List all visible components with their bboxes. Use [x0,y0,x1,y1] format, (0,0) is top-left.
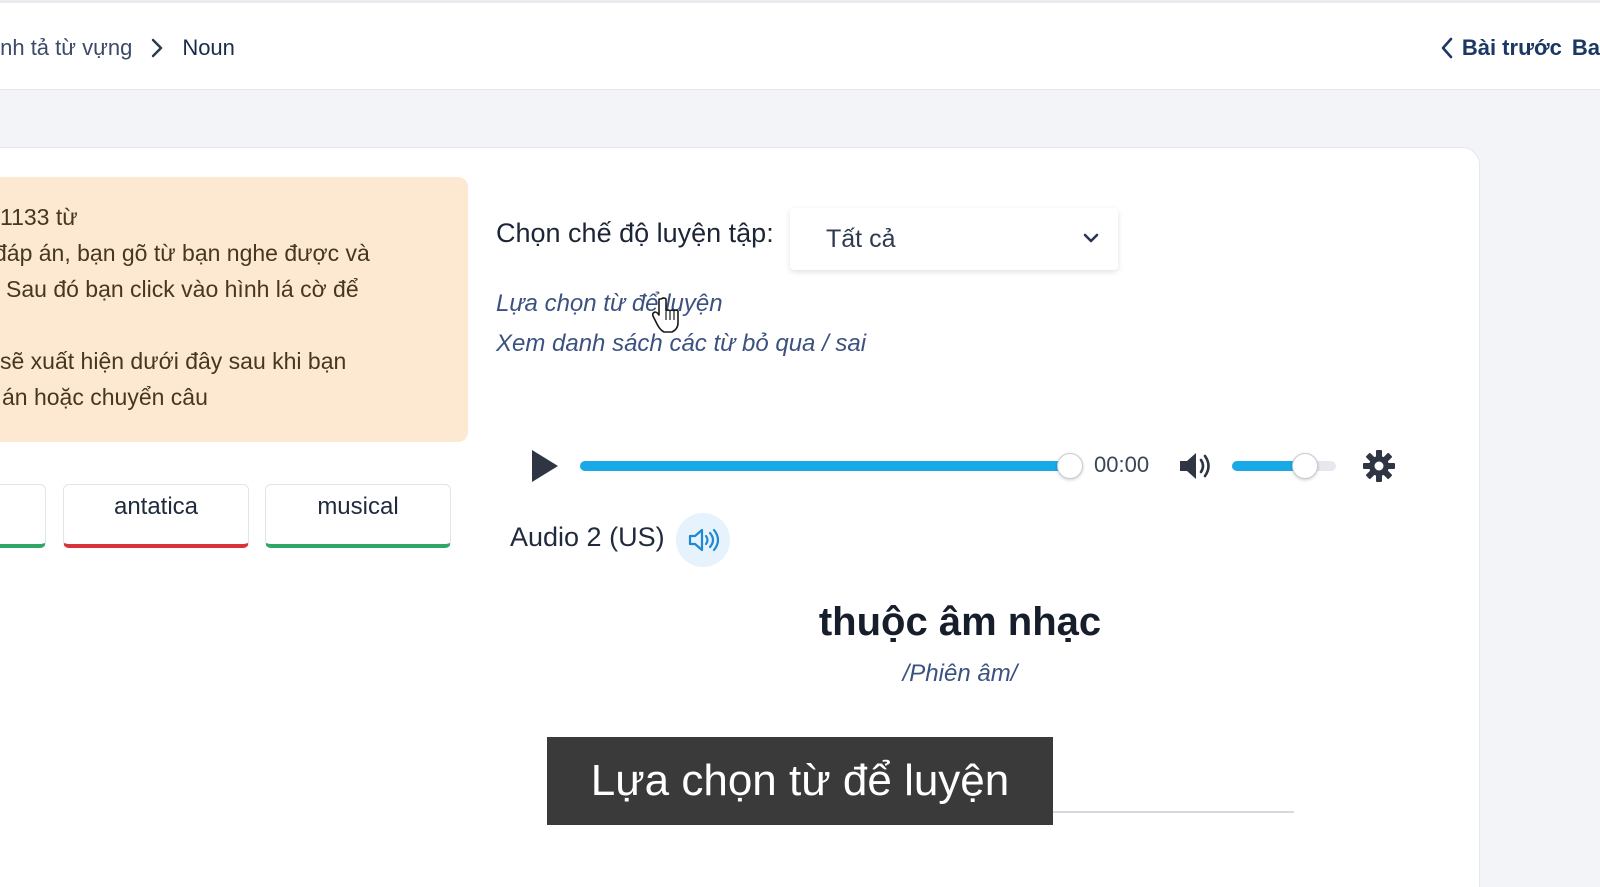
word-tile[interactable]: musical [265,484,451,548]
practice-mode-label: Chọn chế độ luyện tập: [496,218,774,248]
volume-icon[interactable] [1178,449,1214,483]
word-meaning: thuộc âm nhạc [818,600,1102,644]
progress-fill [580,461,1070,471]
instructions-line: Sau đó bạn click vào hình lá cờ để [6,276,359,302]
chevron-right-icon [152,38,163,58]
word-phonetic: /Phiên âm/ [902,660,1018,687]
practice-mode-select[interactable]: Tất cả [790,208,1118,270]
breadcrumb-current: Noun [182,35,235,60]
word-tile[interactable] [0,484,46,548]
hand-cursor-icon [652,297,679,333]
progress-bar[interactable] [580,453,1083,479]
breadcrumb-parent-link[interactable]: ính tả từ vựng [0,35,132,61]
chevron-left-icon [1441,37,1453,59]
play-icon[interactable] [528,448,560,484]
choose-words-link[interactable]: Lựa chọn từ để luyện [496,290,723,318]
gear-icon[interactable] [1362,449,1396,483]
word-tile-label: antatica [113,493,199,520]
video-caption-text: Lựa chọn từ để luyện [590,756,1010,805]
practice-mode-value: Tất cả [826,224,896,253]
volume-slider[interactable] [1232,453,1336,479]
instructions-line: 1133 từ [0,204,78,230]
chevron-down-icon [1083,233,1099,243]
instructions-line: án hoặc chuyển câu [2,384,208,410]
prev-lesson-label: Bài trước [1461,35,1562,60]
video-caption: Lựa chọn từ để luyện [547,737,1053,825]
top-bar: ính tả từ vựng Noun Bài trước Ba [0,0,1600,90]
play-audio-button[interactable] [676,513,730,567]
audio-player: 00:00 [520,446,1400,486]
word-tile[interactable]: antatica [63,484,249,548]
instructions-line: sẽ xuất hiện dưới đây sau khi bạn [0,348,347,374]
word-tile-label: musical [317,493,399,520]
volume-handle[interactable] [1291,453,1318,479]
instructions-box: 1133 từ đáp án, bạn gõ từ bạn nghe được … [0,177,468,442]
time-readout: 00:00 [1094,452,1150,477]
progress-handle[interactable] [1057,453,1083,479]
speaker-icon [688,528,719,552]
breadcrumb: ính tả từ vựng Noun [0,31,235,65]
audio-variant-label: Audio 2 (US) [510,522,665,552]
view-skipped-words-link[interactable]: Xem danh sách các từ bỏ qua / sai [496,330,866,358]
prev-lesson-button[interactable]: Bài trước Ba [1440,31,1600,65]
instructions-line: đáp án, bạn gõ từ bạn nghe được và [0,240,370,266]
next-lesson-label[interactable]: Ba [1572,35,1600,61]
